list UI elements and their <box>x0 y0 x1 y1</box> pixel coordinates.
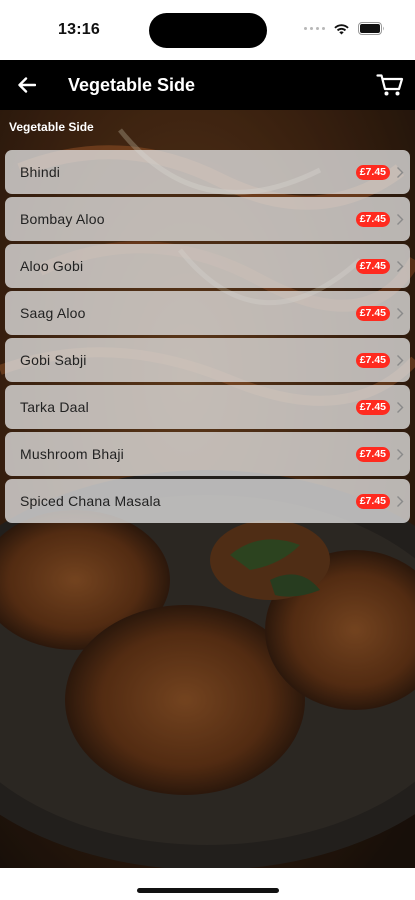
status-time: 13:16 <box>58 21 100 38</box>
chevron-right-icon <box>397 496 404 507</box>
home-area <box>0 868 415 900</box>
item-name: Saag Aloo <box>20 305 86 321</box>
status-bar: 13:16 <box>0 0 415 60</box>
list-item[interactable]: Spiced Chana Masala £7.45 <box>5 479 410 523</box>
list-item[interactable]: Aloo Gobi £7.45 <box>5 244 410 288</box>
price-badge: £7.45 <box>355 447 390 462</box>
price-badge: £7.45 <box>355 353 390 368</box>
menu-content[interactable]: Vegetable Side Bhindi £7.45 Bombay Aloo … <box>0 110 415 868</box>
item-name: Bhindi <box>20 164 61 180</box>
chevron-right-icon <box>397 308 404 319</box>
list-item[interactable]: Gobi Sabji £7.45 <box>5 338 410 382</box>
list-item[interactable]: Mushroom Bhaji £7.45 <box>5 432 410 476</box>
price-badge: £7.45 <box>355 400 390 415</box>
list-item[interactable]: Saag Aloo £7.45 <box>5 291 410 335</box>
section-heading: Vegetable Side <box>9 120 94 134</box>
price-badge: £7.45 <box>355 306 390 321</box>
signal-dots-icon <box>304 27 325 30</box>
list-item[interactable]: Bombay Aloo £7.45 <box>5 197 410 241</box>
chevron-right-icon <box>397 214 404 225</box>
wifi-icon <box>334 23 349 34</box>
nav-bar: Vegetable Side <box>0 60 415 110</box>
cart-icon <box>376 74 404 96</box>
chevron-right-icon <box>397 261 404 272</box>
menu-list: Bhindi £7.45 Bombay Aloo £7.45 Aloo Gobi… <box>5 150 410 526</box>
battery-icon <box>358 22 384 35</box>
dynamic-island <box>149 13 267 48</box>
chevron-right-icon <box>397 167 404 178</box>
list-item[interactable]: Tarka Daal £7.45 <box>5 385 410 429</box>
chevron-right-icon <box>397 402 404 413</box>
price-badge: £7.45 <box>355 494 390 509</box>
item-name: Tarka Daal <box>20 399 89 415</box>
chevron-right-icon <box>397 449 404 460</box>
arrow-left-icon <box>18 77 36 93</box>
back-button[interactable] <box>12 70 42 100</box>
page-title: Vegetable Side <box>68 75 196 95</box>
item-name: Spiced Chana Masala <box>20 493 161 509</box>
item-name: Aloo Gobi <box>20 258 84 274</box>
cart-button[interactable] <box>373 70 407 100</box>
home-indicator[interactable] <box>137 888 279 893</box>
item-name: Bombay Aloo <box>20 211 105 227</box>
item-name: Gobi Sabji <box>20 352 87 368</box>
price-badge: £7.45 <box>355 212 390 227</box>
price-badge: £7.45 <box>355 165 390 180</box>
item-name: Mushroom Bhaji <box>20 446 124 462</box>
list-item[interactable]: Bhindi £7.45 <box>5 150 410 194</box>
status-icons <box>304 22 385 35</box>
price-badge: £7.45 <box>355 259 390 274</box>
chevron-right-icon <box>397 355 404 366</box>
